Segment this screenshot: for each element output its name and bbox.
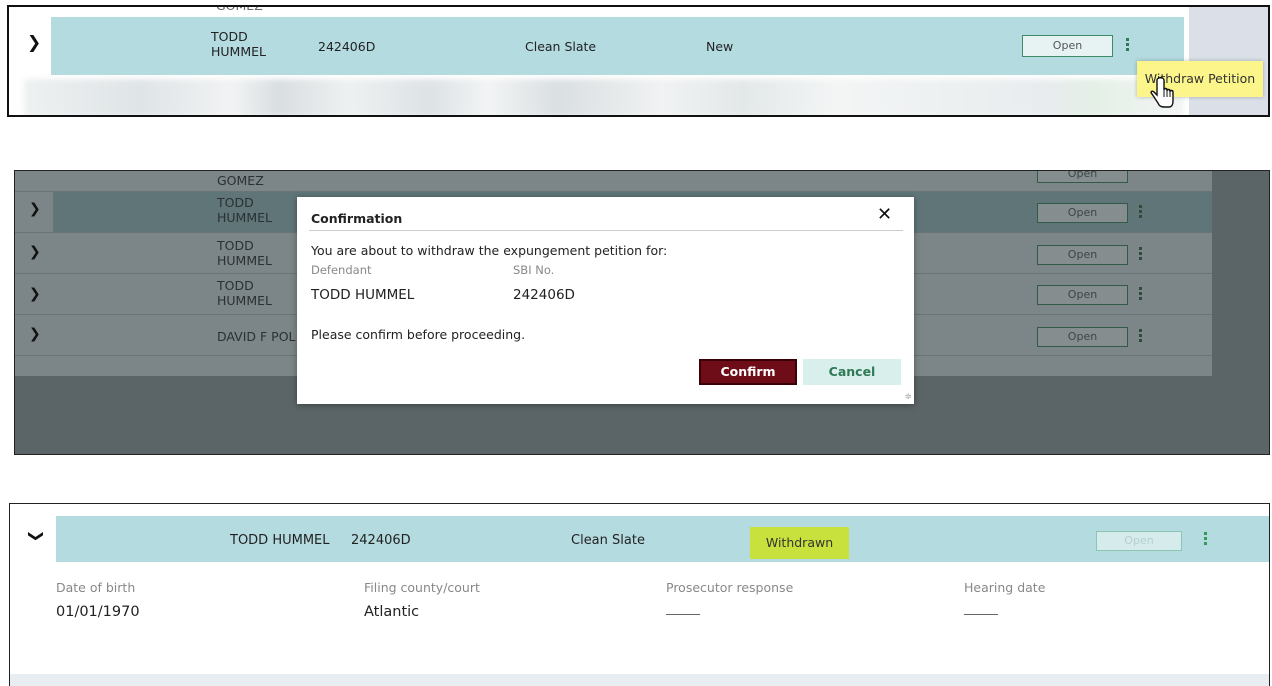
sbi-number: 242406D (318, 39, 376, 54)
hearing-date-empty (964, 614, 998, 615)
confirmation-dialog-panel: GOMEZ Open ❯ TODD HUMMEL Open ❯ TODD HUMME… (14, 170, 1270, 455)
cut-off-name: GOMEZ (216, 5, 263, 13)
kebab-menu-icon[interactable] (1139, 247, 1142, 262)
open-button[interactable]: Open (1037, 245, 1128, 265)
chevron-down-icon[interactable]: ❯ (27, 530, 45, 543)
open-button-disabled: Open (1096, 531, 1182, 551)
footer-band (10, 674, 1269, 686)
open-button[interactable]: Open (1037, 171, 1128, 183)
modal-message: You are about to withdraw the expungemen… (311, 243, 668, 258)
confirm-prompt: Please confirm before proceeding. (311, 327, 526, 342)
cancel-button[interactable]: Cancel (803, 359, 901, 385)
prosecutor-response-empty (666, 614, 700, 615)
kebab-menu-icon[interactable] (1139, 329, 1142, 344)
chevron-right-icon[interactable]: ❯ (29, 244, 41, 260)
kebab-menu-icon[interactable] (1139, 205, 1142, 220)
defendant-name: TODD HUMMEL (217, 195, 272, 225)
hearing-date-label: Hearing date (964, 580, 1046, 595)
case-type: Clean Slate (571, 533, 645, 548)
case-detail-panel-after: ❯ TODD HUMMEL 242406D Clean Slate Withdr… (9, 503, 1270, 686)
divider (309, 230, 903, 231)
kebab-menu-icon[interactable] (1204, 532, 1207, 547)
defendant-name: TODD HUMMEL (211, 29, 266, 59)
open-button[interactable]: Open (1022, 35, 1113, 57)
status-badge: Withdrawn (750, 527, 849, 559)
table-row[interactable]: ❯ TODD HUMMEL 242406D Clean Slate New Ope… (9, 17, 1184, 75)
blurred-row (24, 79, 1184, 115)
defendant-name: DAVID F POL (217, 329, 296, 344)
filing-county-value: Atlantic (364, 604, 420, 620)
open-button[interactable]: Open (1037, 327, 1128, 347)
defendant-value: TODD HUMMEL (311, 287, 415, 303)
case-list-panel-before: GOMEZ ❯ TODD HUMMEL 242406D Clean Slate N… (7, 5, 1270, 117)
sbi-label: SBI No. (513, 263, 555, 277)
hand-cursor-icon (1150, 77, 1174, 108)
date-of-birth-value: 01/01/1970 (56, 604, 140, 620)
sbi-number: 242406D (351, 533, 411, 548)
defendant-name: TODD HUMMEL (230, 533, 330, 548)
defendant-name: GOMEZ (217, 173, 264, 188)
defendant-label: Defendant (311, 263, 372, 277)
resize-handle-icon[interactable]: ≑ (904, 392, 912, 402)
prosecutor-response-label: Prosecutor response (666, 580, 794, 595)
chevron-right-icon[interactable]: ❯ (29, 286, 41, 302)
date-of-birth-label: Date of birth (56, 580, 136, 595)
modal-title: Confirmation (311, 211, 403, 226)
kebab-menu-icon[interactable] (1139, 287, 1142, 302)
kebab-menu-icon[interactable] (1126, 38, 1129, 53)
defendant-name: TODD HUMMEL (217, 278, 272, 308)
chevron-right-icon[interactable]: ❯ (29, 326, 41, 342)
case-type: Clean Slate (525, 39, 597, 54)
confirm-button[interactable]: Confirm (699, 359, 797, 385)
close-icon[interactable]: ✕ (877, 205, 892, 225)
sbi-value: 242406D (513, 287, 575, 303)
status-text: New (706, 39, 734, 54)
chevron-right-icon[interactable]: ❯ (29, 201, 41, 217)
chevron-right-icon[interactable]: ❯ (27, 33, 41, 53)
defendant-name: TODD HUMMEL (217, 238, 272, 268)
open-button[interactable]: Open (1037, 285, 1128, 305)
filing-county-label: Filing county/court (364, 580, 480, 595)
open-button[interactable]: Open (1037, 203, 1128, 223)
confirmation-modal: Confirmation ✕ You are about to withdraw… (297, 197, 914, 404)
